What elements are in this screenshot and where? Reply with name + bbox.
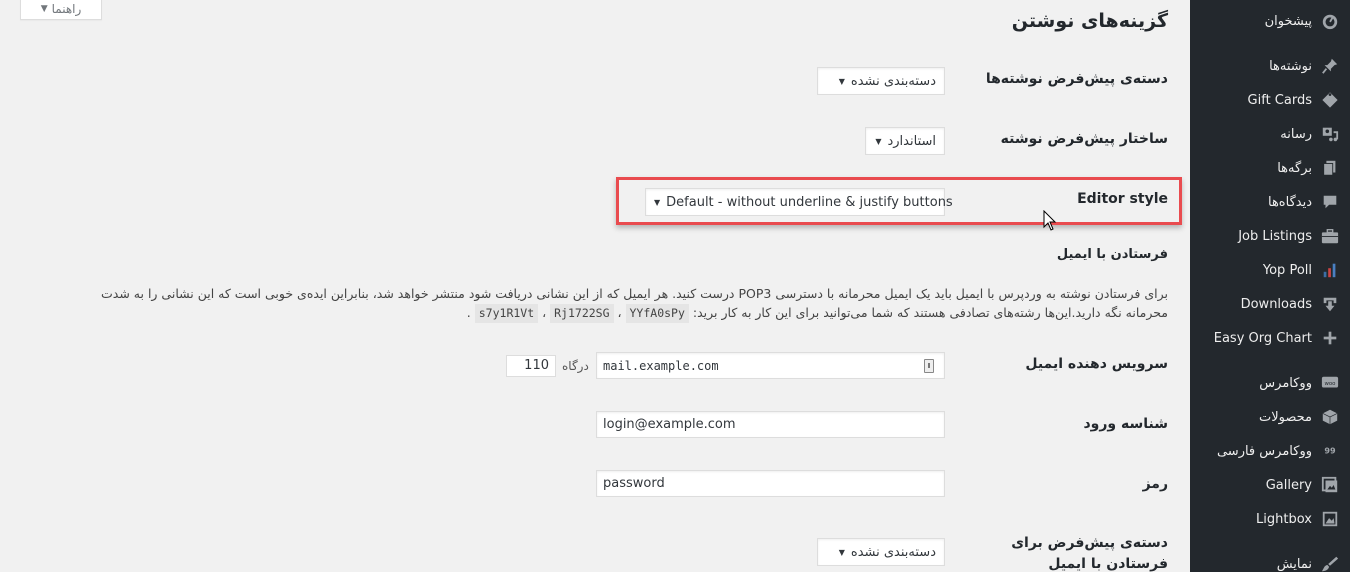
pin-icon bbox=[1320, 56, 1340, 76]
gift-card-icon bbox=[1320, 90, 1340, 110]
login-name-value: login@example.com bbox=[603, 417, 736, 432]
default-format-value: استاندارد bbox=[887, 133, 936, 149]
sidebar-item-label: Job Listings bbox=[1238, 228, 1312, 244]
caret-down-icon: ▼ bbox=[838, 547, 845, 557]
box-icon bbox=[1320, 407, 1340, 427]
sidebar-item-pages[interactable]: برگه‌ها bbox=[1190, 153, 1350, 183]
default-category-select[interactable]: دسته‌بندی نشده ▼ bbox=[817, 67, 945, 95]
port-input[interactable]: 110 bbox=[506, 355, 556, 377]
sidebar-item-lightbox[interactable]: Lightbox bbox=[1190, 504, 1350, 534]
image-icon bbox=[1320, 509, 1340, 529]
sidebar-item-dashboard[interactable]: پیشخوان bbox=[1190, 6, 1350, 36]
mail-server-label: سرویس دهنده ایمیل bbox=[1025, 356, 1168, 372]
sidebar-item-yop-poll[interactable]: Yop Poll bbox=[1190, 255, 1350, 285]
admin-sidebar: پیشخوان نوشته‌ها Gift Cards رسانه برگه‌ه… bbox=[1190, 0, 1350, 572]
default-format-select[interactable]: استاندارد ▼ bbox=[865, 127, 945, 155]
email-category-value: دسته‌بندی نشده bbox=[850, 544, 936, 560]
gallery-icon bbox=[1320, 475, 1340, 495]
sidebar-item-downloads[interactable]: Downloads bbox=[1190, 289, 1350, 319]
sidebar-item-woocommerce[interactable]: woo ووکامرس bbox=[1190, 368, 1350, 398]
description-line-1: برای فرستادن نوشته به وردپرس با ایمیل با… bbox=[101, 286, 1168, 301]
pages-icon bbox=[1320, 158, 1340, 178]
separator: ، bbox=[538, 305, 551, 320]
email-category-label-line2: فرستادن با ایمیل bbox=[1048, 556, 1168, 572]
writing-settings-page: گزینه‌های نوشتن دسته‌ی پیش‌فرض نوشته‌ها … bbox=[0, 0, 1190, 572]
sidebar-item-label: برگه‌ها bbox=[1277, 160, 1312, 176]
sidebar-item-label: محصولات bbox=[1259, 409, 1312, 425]
separator: ، bbox=[613, 305, 626, 320]
login-name-input[interactable]: login@example.com bbox=[596, 411, 945, 438]
email-category-label: دسته‌ی پیش‌فرض برای فرستادن با ایمیل bbox=[1011, 533, 1168, 572]
sidebar-item-label: دیدگاه‌ها bbox=[1267, 194, 1312, 210]
svg-text:woo: woo bbox=[1325, 381, 1336, 387]
password-label: رمز bbox=[1142, 476, 1168, 492]
sidebar-item-label: Lightbox bbox=[1256, 511, 1312, 527]
brush-icon bbox=[1320, 554, 1340, 572]
media-icon bbox=[1320, 124, 1340, 144]
password-value: password bbox=[603, 476, 665, 491]
sidebar-item-label: Gallery bbox=[1265, 477, 1312, 493]
sidebar-item-products[interactable]: محصولات bbox=[1190, 402, 1350, 432]
svg-text:99: 99 bbox=[1324, 446, 1336, 456]
sidebar-item-label: نوشته‌ها bbox=[1269, 58, 1312, 74]
sidebar-item-posts[interactable]: نوشته‌ها bbox=[1190, 51, 1350, 81]
default-category-value: دسته‌بندی نشده bbox=[850, 73, 936, 89]
sidebar-item-gallery[interactable]: Gallery bbox=[1190, 470, 1350, 500]
password-manager-icon[interactable] bbox=[924, 359, 934, 373]
password-input[interactable]: password bbox=[596, 470, 945, 497]
comments-icon bbox=[1320, 192, 1340, 212]
sidebar-item-easy-org-chart[interactable]: Easy Org Chart bbox=[1190, 323, 1350, 353]
default-category-label: دسته‌ی پیش‌فرض نوشته‌ها bbox=[985, 71, 1168, 87]
email-category-label-line1: دسته‌ی پیش‌فرض برای bbox=[1011, 535, 1168, 551]
random-string-3: s7y1R1Vt bbox=[474, 304, 539, 323]
post-via-email-heading: فرستادن با ایمیل bbox=[1056, 247, 1168, 262]
quote-99-icon: 99 bbox=[1320, 441, 1340, 461]
random-string-1: YYfA0sPy bbox=[625, 304, 689, 323]
post-via-email-description: برای فرستادن نوشته به وردپرس با ایمیل با… bbox=[48, 284, 1168, 323]
sidebar-item-label: نمایش bbox=[1276, 556, 1312, 572]
sidebar-item-job-listings[interactable]: Job Listings bbox=[1190, 221, 1350, 251]
plus-icon bbox=[1320, 328, 1340, 348]
poll-chart-icon bbox=[1320, 260, 1340, 280]
highlight-annotation-box bbox=[616, 177, 1182, 225]
sidebar-item-label: ووکامرس bbox=[1259, 375, 1312, 391]
mail-server-value: mail.example.com bbox=[603, 358, 719, 373]
login-name-label: شناسه ورود bbox=[1083, 416, 1168, 432]
mail-server-input[interactable]: mail.example.com bbox=[596, 352, 945, 379]
caret-down-icon: ▼ bbox=[838, 76, 845, 86]
dashboard-icon bbox=[1320, 11, 1340, 31]
sidebar-item-label: Easy Org Chart bbox=[1213, 330, 1312, 346]
sidebar-item-comments[interactable]: دیدگاه‌ها bbox=[1190, 187, 1350, 217]
sidebar-item-label: Gift Cards bbox=[1247, 92, 1312, 108]
download-icon bbox=[1320, 294, 1340, 314]
description-line-2: محرمانه نگه دارید.این‌ها رشته‌های تصادفی… bbox=[692, 305, 1168, 320]
sidebar-item-label: رسانه bbox=[1280, 126, 1312, 142]
default-format-label: ساختار پیش‌فرض نوشته bbox=[1000, 131, 1168, 147]
random-string-2: Rj1722SG bbox=[550, 304, 614, 323]
briefcase-icon bbox=[1320, 226, 1340, 246]
sidebar-item-appearance[interactable]: نمایش bbox=[1190, 549, 1350, 572]
sidebar-item-label: پیشخوان bbox=[1264, 13, 1312, 29]
mouse-cursor-icon bbox=[1043, 210, 1057, 231]
port-label: درگاه bbox=[562, 359, 589, 373]
sidebar-item-gift-cards[interactable]: Gift Cards bbox=[1190, 85, 1350, 115]
page-title: گزینه‌های نوشتن bbox=[1011, 10, 1168, 32]
email-category-select[interactable]: دسته‌بندی نشده ▼ bbox=[817, 538, 945, 566]
caret-down-icon: ▼ bbox=[875, 136, 882, 146]
woo-icon: woo bbox=[1320, 373, 1340, 393]
sidebar-item-label: Downloads bbox=[1240, 296, 1312, 312]
sidebar-item-label: ووکامرس فارسی bbox=[1216, 443, 1312, 459]
sidebar-item-media[interactable]: رسانه bbox=[1190, 119, 1350, 149]
end-punct: . bbox=[466, 305, 475, 320]
sidebar-item-label: Yop Poll bbox=[1262, 262, 1312, 278]
sidebar-item-woocommerce-persian[interactable]: 99 ووکامرس فارسی bbox=[1190, 436, 1350, 466]
